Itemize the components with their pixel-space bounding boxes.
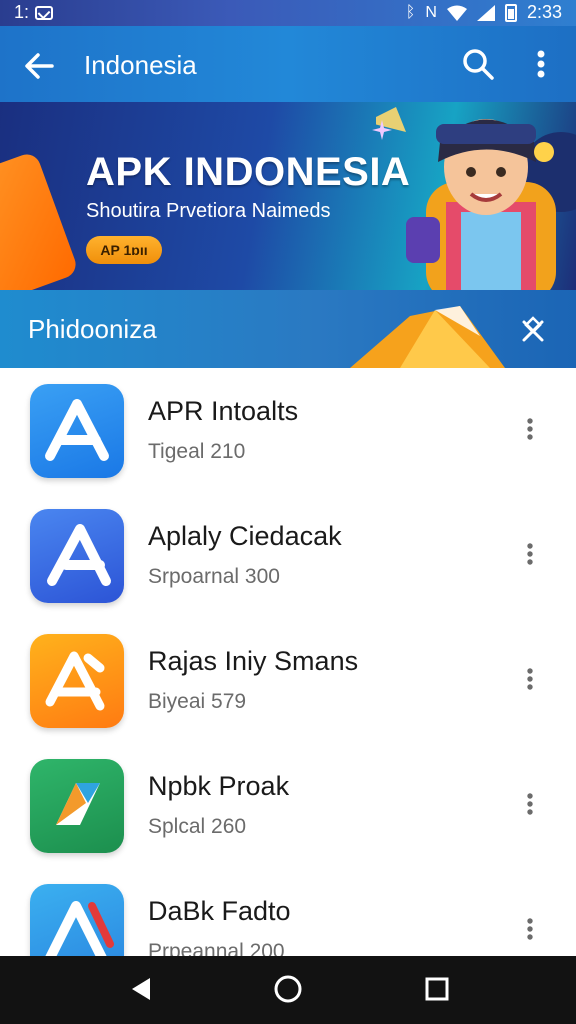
banner-button[interactable]: AP 1ɒıı: [86, 236, 162, 264]
status-time-left: 1:: [14, 2, 30, 22]
status-time-right: 2:33: [526, 2, 562, 22]
app-icon[interactable]: [30, 509, 124, 603]
circle-home-icon[interactable]: [272, 973, 304, 1005]
more-vertical-icon[interactable]: [520, 541, 540, 567]
app-name: DaBk Fadto: [148, 896, 291, 926]
gmail-icon: [35, 5, 54, 20]
app-name: Npbk Proak: [148, 771, 290, 801]
wifi-icon: [446, 5, 467, 21]
phone-illustration: [0, 150, 80, 290]
arrow-left-icon[interactable]: [20, 46, 60, 86]
more-vertical-icon[interactable]: [524, 44, 558, 84]
triangle-back-icon[interactable]: [126, 974, 156, 1004]
character-illustration: [376, 107, 576, 290]
more-vertical-icon[interactable]: [520, 416, 540, 442]
section-decoration: [350, 306, 505, 368]
banner-subtitle: Shoutira Prvetiora Naimeds: [86, 200, 331, 222]
app-name: Aplaly Ciedacak: [148, 521, 342, 551]
list-item[interactable]: DaBk Fadto Prpeannal 200: [0, 868, 576, 956]
square-recents-icon[interactable]: [424, 976, 450, 1002]
network-letter: N: [425, 3, 437, 21]
section-title: Phidooniza: [28, 314, 157, 344]
more-vertical-icon[interactable]: [520, 791, 540, 817]
battery-icon: [504, 3, 517, 22]
app-icon[interactable]: [30, 384, 124, 478]
signal-icon: [476, 4, 495, 21]
promo-banner[interactable]: APK INDONESIA Shoutira Prvetiora Naimeds…: [0, 102, 576, 290]
banner-heading: APK INDONESIA: [86, 150, 411, 194]
app-meta: Splcal 260: [148, 815, 247, 838]
app-meta: Prpeannal 200: [148, 940, 285, 956]
system-nav-bar: [0, 956, 576, 1024]
more-vertical-icon[interactable]: [520, 916, 540, 942]
more-vertical-icon[interactable]: [520, 666, 540, 692]
app-meta: Tigeal 210: [148, 440, 246, 463]
app-icon[interactable]: [30, 759, 124, 853]
status-bar: 1: ᛒ N 2:33: [0, 0, 576, 26]
sparkle-icon: [372, 120, 392, 140]
app-name: Rajas Iniy Smans: [148, 646, 359, 676]
app-icon[interactable]: [30, 634, 124, 728]
search-icon[interactable]: [458, 44, 498, 84]
pin-off-icon[interactable]: [516, 314, 550, 348]
bluetooth-icon: ᛒ: [405, 3, 416, 21]
app-icon[interactable]: [30, 884, 124, 956]
app-bar: Indonesia: [0, 26, 576, 102]
page-title: Indonesia: [84, 50, 197, 80]
app-meta: Srpoarnal 300: [148, 565, 280, 588]
section-header: Phidooniza: [0, 290, 576, 368]
app-name: APR Intoalts: [148, 396, 299, 426]
list-item[interactable]: Rajas Iniy Smans Biyeai 579: [0, 618, 576, 743]
app-list: APR Intoalts Tigeal 210 Aplaly Ciedacak …: [0, 368, 576, 956]
list-item[interactable]: Npbk Proak Splcal 260: [0, 743, 576, 868]
list-item[interactable]: Aplaly Ciedacak Srpoarnal 300: [0, 493, 576, 618]
app-meta: Biyeai 579: [148, 690, 247, 713]
list-item[interactable]: APR Intoalts Tigeal 210: [0, 368, 576, 493]
